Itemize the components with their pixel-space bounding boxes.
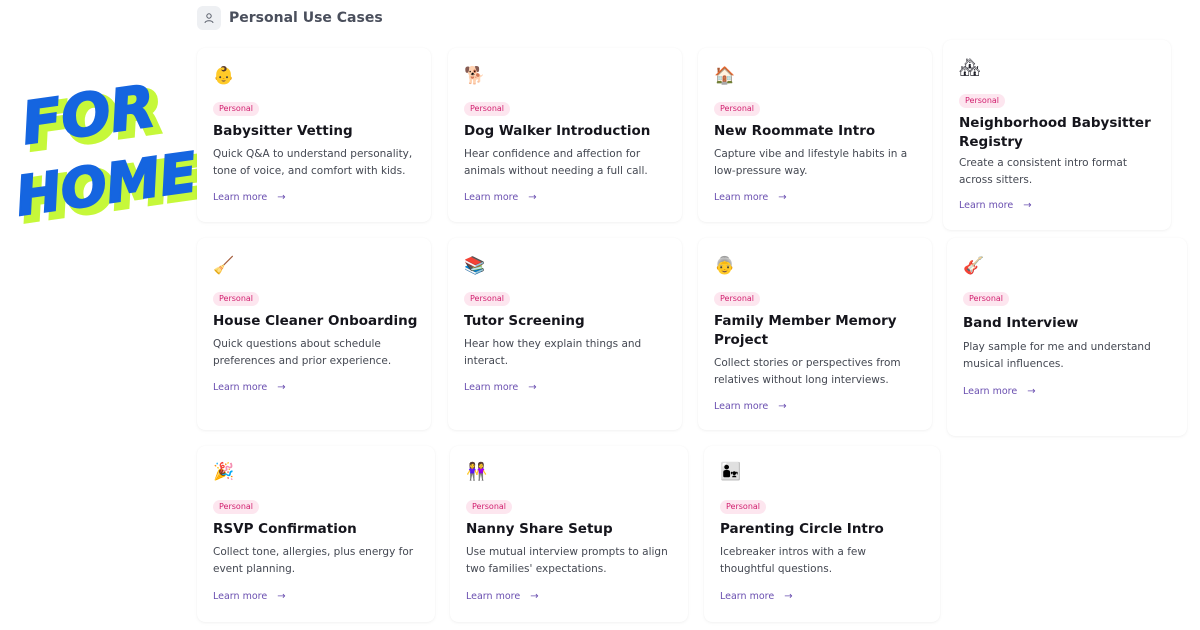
- card-description: Hear how they explain things and interac…: [464, 338, 642, 367]
- use-case-card[interactable]: 🎸 Personal Band Interview Play sample fo…: [947, 238, 1187, 436]
- use-case-card[interactable]: 📚 Personal Tutor Screening Hear how they…: [448, 238, 682, 430]
- card-description: Collect tone, allergies, plus energy for…: [213, 546, 414, 575]
- card-description: Hear confidence and affection for animal…: [464, 148, 648, 177]
- use-case-card[interactable]: 👵 Personal Family Member Memory Project …: [698, 238, 932, 430]
- use-case-card[interactable]: 🏘 Personal Neighborhood Babysitter Regis…: [943, 40, 1171, 230]
- category-badge: Personal: [963, 292, 1010, 306]
- dog-icon: 🐕: [464, 66, 486, 86]
- card-description: Create a consistent intro format across …: [959, 157, 1127, 186]
- learn-more-label: Learn more: [464, 192, 519, 203]
- learn-more-label: Learn more: [466, 591, 521, 602]
- category-badge: Personal: [464, 292, 511, 306]
- section-title: Personal Use Cases: [229, 10, 383, 26]
- learn-more-label: Learn more: [213, 591, 268, 602]
- card-title: Babysitter Vetting: [213, 123, 353, 139]
- arrow-right-icon: →: [277, 382, 286, 393]
- category-badge: Personal: [720, 500, 767, 514]
- broom-icon: 🧹: [213, 256, 235, 276]
- arrow-right-icon: →: [784, 591, 793, 602]
- card-description: Use mutual interview prompts to align tw…: [466, 546, 668, 575]
- learn-more-link[interactable]: Learn more →: [963, 386, 1036, 397]
- category-badge: Personal: [213, 500, 260, 514]
- learn-more-link[interactable]: Learn more →: [466, 591, 539, 602]
- card-description: Play sample for me and understand musica…: [963, 341, 1151, 370]
- card-title: House Cleaner Onboarding: [213, 313, 418, 329]
- houses-icon: 🏘: [959, 58, 981, 78]
- use-case-card[interactable]: 🎉 Personal RSVP Confirmation Collect ton…: [197, 446, 435, 622]
- card-title: Band Interview: [963, 315, 1079, 331]
- learn-more-label: Learn more: [959, 200, 1014, 211]
- learn-more-link[interactable]: Learn more →: [464, 382, 537, 393]
- use-case-card[interactable]: 🐕 Personal Dog Walker Introduction Hear …: [448, 48, 682, 222]
- card-description: Capture vibe and lifestyle habits in a l…: [714, 148, 908, 177]
- use-case-card[interactable]: 🧹 Personal House Cleaner Onboarding Quic…: [197, 238, 431, 430]
- learn-more-label: Learn more: [963, 386, 1018, 397]
- learn-more-link[interactable]: Learn more →: [213, 591, 286, 602]
- arrow-right-icon: →: [528, 192, 537, 203]
- use-case-card[interactable]: 👶 Personal Babysitter Vetting Quick Q&A …: [197, 48, 431, 222]
- books-icon: 📚: [464, 256, 486, 276]
- learn-more-label: Learn more: [464, 382, 519, 393]
- learn-more-link[interactable]: Learn more →: [464, 192, 537, 203]
- learn-more-link[interactable]: Learn more →: [213, 382, 286, 393]
- card-title: Nanny Share Setup: [466, 521, 613, 537]
- parent-child-icon: 👨‍👧: [720, 462, 742, 482]
- learn-more-link[interactable]: Learn more →: [714, 192, 787, 203]
- use-case-card[interactable]: 👨‍👧 Personal Parenting Circle Intro Iceb…: [704, 446, 940, 622]
- arrow-right-icon: →: [778, 401, 787, 412]
- arrow-right-icon: →: [1027, 386, 1036, 397]
- card-title: RSVP Confirmation: [213, 521, 357, 537]
- learn-more-link[interactable]: Learn more →: [959, 200, 1032, 211]
- party-popper-icon: 🎉: [213, 462, 235, 482]
- card-title: Tutor Screening: [464, 313, 585, 329]
- card-title: Parenting Circle Intro: [720, 521, 884, 537]
- house-icon: 🏠: [714, 66, 736, 86]
- learn-more-label: Learn more: [714, 192, 769, 203]
- arrow-right-icon: →: [530, 591, 539, 602]
- learn-more-label: Learn more: [714, 401, 769, 412]
- arrow-right-icon: →: [1023, 200, 1032, 211]
- learn-more-label: Learn more: [213, 382, 268, 393]
- category-badge: Personal: [464, 102, 511, 116]
- learn-more-label: Learn more: [720, 591, 775, 602]
- baby-icon: 👶: [213, 66, 235, 86]
- learn-more-label: Learn more: [213, 192, 268, 203]
- arrow-right-icon: →: [778, 192, 787, 203]
- category-badge: Personal: [466, 500, 513, 514]
- category-badge: Personal: [213, 292, 260, 306]
- user-icon: [197, 6, 221, 30]
- card-title: Family Member Memory Project: [714, 313, 897, 348]
- two-people-icon: 👭: [466, 462, 488, 482]
- learn-more-link[interactable]: Learn more →: [720, 591, 793, 602]
- guitar-icon: 🎸: [963, 256, 985, 276]
- card-description: Quick questions about schedule preferenc…: [213, 338, 392, 367]
- learn-more-link[interactable]: Learn more →: [213, 192, 286, 203]
- card-title: Neighborhood Babysitter Registry: [959, 115, 1151, 150]
- card-title: Dog Walker Introduction: [464, 123, 651, 139]
- arrow-right-icon: →: [277, 192, 286, 203]
- category-badge: Personal: [714, 292, 761, 306]
- category-badge: Personal: [714, 102, 761, 116]
- card-description: Collect stories or perspectives from rel…: [714, 357, 901, 386]
- learn-more-link[interactable]: Learn more →: [714, 401, 787, 412]
- category-badge: Personal: [213, 102, 260, 116]
- use-case-card[interactable]: 🏠 Personal New Roommate Intro Capture vi…: [698, 48, 932, 222]
- arrow-right-icon: →: [528, 382, 537, 393]
- card-description: Quick Q&A to understand personality, ton…: [213, 148, 413, 177]
- for-home-logo: FOR FOR HOME HOME: [11, 71, 210, 230]
- card-title: New Roommate Intro: [714, 123, 876, 139]
- arrow-right-icon: →: [277, 591, 286, 602]
- use-case-card[interactable]: 👭 Personal Nanny Share Setup Use mutual …: [450, 446, 688, 622]
- grandma-icon: 👵: [714, 256, 736, 276]
- section-header: Personal Use Cases: [197, 6, 383, 30]
- card-description: Icebreaker intros with a few thoughtful …: [720, 546, 866, 575]
- category-badge: Personal: [959, 94, 1006, 108]
